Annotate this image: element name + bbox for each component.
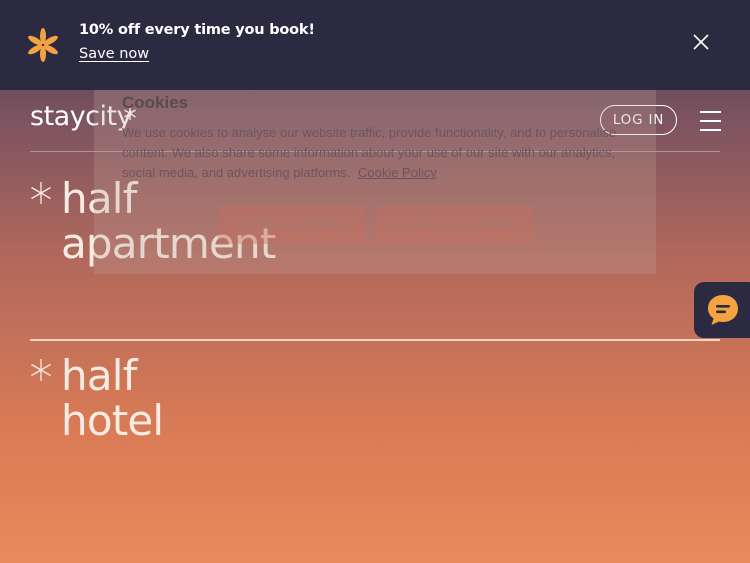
menu-bar bbox=[700, 111, 721, 113]
chat-bubble-icon bbox=[708, 295, 738, 325]
section-asterisk-icon bbox=[31, 182, 51, 204]
hamburger-menu-icon[interactable] bbox=[700, 111, 721, 131]
section-title-half-hotel[interactable]: half hotel bbox=[61, 351, 164, 445]
promo-text: 10% off every time you book! bbox=[79, 22, 315, 38]
section-divider bbox=[30, 339, 720, 341]
section-asterisk-icon bbox=[31, 359, 51, 381]
section-title-line: half bbox=[61, 351, 137, 400]
cookies-settings-button[interactable]: COOKIES SETTINGS bbox=[218, 206, 364, 244]
menu-bar bbox=[700, 129, 721, 131]
promo-banner: 10% off every time you book! Save now bbox=[0, 0, 750, 90]
menu-bar bbox=[700, 120, 721, 122]
cookie-dialog-body: We use cookies to analyse our website tr… bbox=[122, 123, 632, 183]
cookie-dialog-title: Cookies bbox=[122, 93, 189, 112]
save-now-link[interactable]: Save now bbox=[79, 46, 149, 62]
section-title-line: hotel bbox=[61, 396, 164, 445]
asterisk-star-icon bbox=[28, 28, 58, 62]
chat-widget-button[interactable] bbox=[694, 282, 750, 338]
close-icon[interactable] bbox=[691, 32, 711, 52]
accept-all-cookies-button[interactable]: ACCEPT ALL COOKIES bbox=[375, 206, 533, 244]
cookie-policy-link[interactable]: Cookie Policy bbox=[358, 165, 437, 180]
